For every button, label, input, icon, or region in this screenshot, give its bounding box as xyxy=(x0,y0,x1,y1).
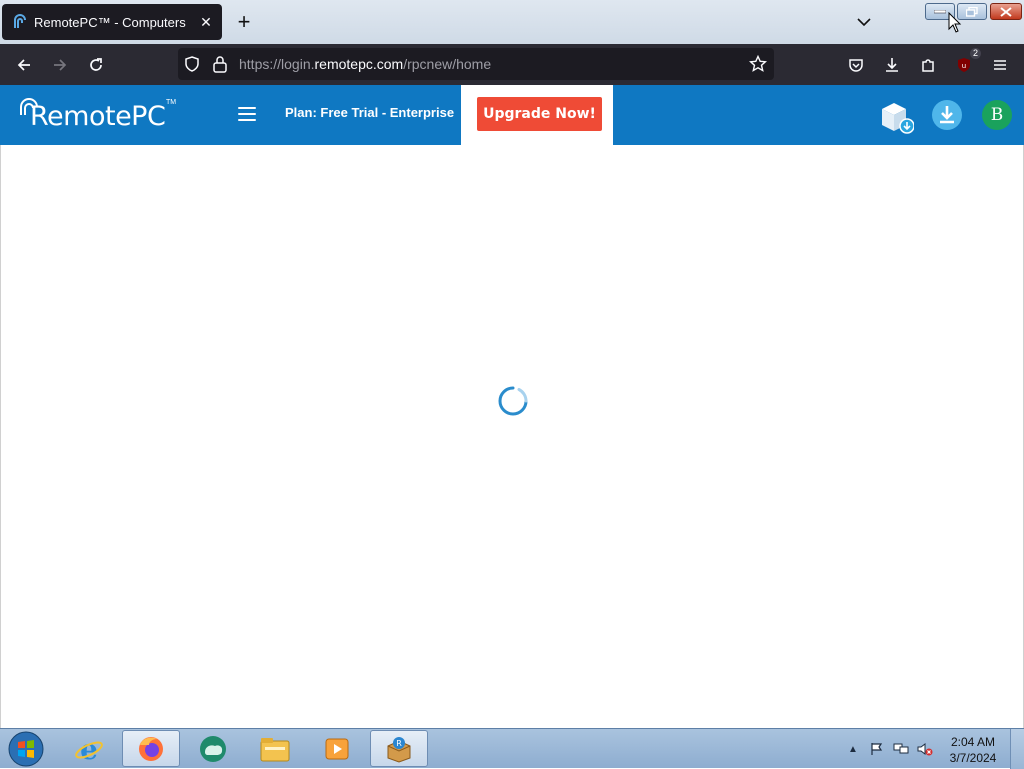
deploy-package-icon[interactable] xyxy=(878,99,915,134)
media-player-icon xyxy=(325,738,349,759)
volume-muted-icon[interactable] xyxy=(916,740,934,758)
pocket-icon xyxy=(849,59,863,72)
download-icon xyxy=(886,58,898,72)
taskbar-media-player[interactable] xyxy=(308,730,366,767)
upgrade-now-button[interactable]: Upgrade Now! xyxy=(477,97,602,131)
clock-time: 2:04 AM xyxy=(950,735,996,749)
windows-taskbar: e R ▲ 2:04 AM 3/7/2024 xyxy=(0,728,1024,769)
network-icon[interactable] xyxy=(892,740,910,758)
plan-label: Plan: Free Trial - Enterprise xyxy=(285,105,455,120)
arrow-left-icon xyxy=(17,59,30,71)
reload-button[interactable] xyxy=(83,52,109,78)
puzzle-icon xyxy=(922,59,934,72)
system-tray: ▲ xyxy=(844,729,940,769)
main-content xyxy=(0,145,1024,728)
taskbar-clock[interactable]: 2:04 AM 3/7/2024 xyxy=(944,734,1002,766)
show-desktop-button[interactable] xyxy=(1010,729,1024,769)
browser-tab-remotepc[interactable]: RemotePC™ - Computers ✕ xyxy=(2,4,222,40)
download-app-icon[interactable] xyxy=(931,99,965,133)
window-close-button[interactable] xyxy=(990,3,1022,20)
taskbar-internet-explorer[interactable]: e xyxy=(60,730,118,767)
extension-badge-count: 2 xyxy=(969,48,981,59)
back-button[interactable] xyxy=(11,52,37,78)
ublock-shield-icon: u xyxy=(958,58,970,72)
firefox-icon xyxy=(139,736,163,761)
start-button[interactable] xyxy=(6,730,46,768)
downloads-button[interactable] xyxy=(879,52,905,78)
cloud-app-icon xyxy=(200,735,226,762)
list-all-tabs-button[interactable] xyxy=(852,10,876,34)
taskbar-file-explorer[interactable] xyxy=(246,730,304,767)
sidebar-toggle-menu-icon[interactable] xyxy=(238,107,256,123)
mouse-cursor-icon xyxy=(948,12,962,33)
lock-icon[interactable] xyxy=(212,55,228,78)
user-avatar[interactable]: B xyxy=(982,100,1012,130)
close-tab-icon[interactable]: ✕ xyxy=(194,10,218,34)
remotepc-logo[interactable]: RemotePC TM xyxy=(18,97,178,133)
upgrade-container: Upgrade Now! xyxy=(461,85,613,145)
hamburger-menu-icon xyxy=(994,60,1006,70)
ublock-extension-button[interactable]: u 2 xyxy=(951,48,981,78)
extensions-button[interactable] xyxy=(915,52,941,78)
taskbar-cloud-app[interactable] xyxy=(184,730,242,767)
shield-icon[interactable] xyxy=(184,56,200,77)
windows-logo-icon xyxy=(8,731,44,767)
pocket-button[interactable] xyxy=(843,52,869,78)
browser-toolbar: https://login.remotepc.com/rpcnew/home u… xyxy=(0,44,1024,85)
logo-trademark: TM xyxy=(166,99,177,106)
taskbar-remotepc-installer[interactable]: R xyxy=(370,730,428,767)
svg-text:e: e xyxy=(80,734,98,764)
new-tab-button[interactable]: + xyxy=(232,9,256,34)
remotepc-installer-icon: R xyxy=(387,736,411,763)
app-header: RemotePC TM Plan: Free Trial - Enterpris… xyxy=(0,85,1024,145)
clock-date: 3/7/2024 xyxy=(949,751,997,765)
app-menu-button[interactable] xyxy=(987,52,1013,78)
svg-text:R: R xyxy=(396,739,402,748)
forward-button[interactable] xyxy=(47,52,73,78)
bookmark-star-icon[interactable] xyxy=(748,54,768,78)
action-center-flag-icon[interactable] xyxy=(868,740,886,758)
show-hidden-icons-icon[interactable]: ▲ xyxy=(844,740,862,758)
svg-text:u: u xyxy=(962,62,966,70)
browser-tab-bar: RemotePC™ - Computers ✕ + xyxy=(0,0,1024,44)
url-text[interactable]: https://login.remotepc.com/rpcnew/home xyxy=(239,56,491,72)
tab-title: RemotePC™ - Computers xyxy=(34,14,186,30)
file-explorer-icon xyxy=(260,737,290,761)
taskbar-firefox[interactable] xyxy=(122,730,180,767)
chevron-down-icon xyxy=(857,18,871,27)
remotepc-favicon-icon xyxy=(12,14,28,30)
internet-explorer-icon: e xyxy=(75,734,103,764)
logo-text: RemotePC xyxy=(30,101,166,132)
address-bar[interactable]: https://login.remotepc.com/rpcnew/home xyxy=(178,48,774,80)
arrow-right-icon xyxy=(54,59,67,71)
reload-icon xyxy=(90,58,102,71)
loading-spinner-icon xyxy=(498,386,528,416)
